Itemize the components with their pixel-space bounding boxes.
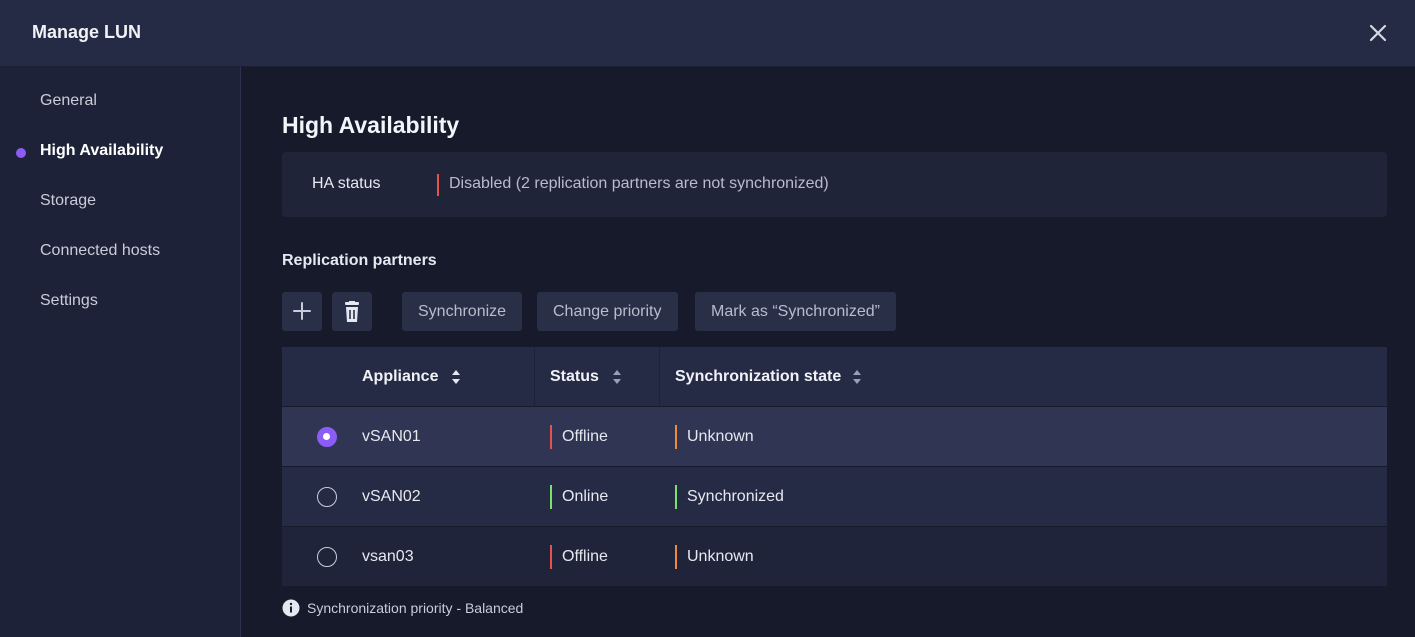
table-row[interactable]: vSAN01 Offline Unknown xyxy=(282,407,1387,467)
add-partner-button[interactable] xyxy=(282,292,322,331)
trash-icon xyxy=(345,301,359,322)
status-cell: Offline xyxy=(562,548,608,565)
close-icon[interactable] xyxy=(1366,21,1390,45)
ha-status-panel: HA status Disabled (2 replication partne… xyxy=(282,152,1387,217)
delete-partner-button[interactable] xyxy=(332,292,372,331)
table-header: Appliance Status Synchronization state xyxy=(282,347,1387,407)
column-header-label: Status xyxy=(550,368,599,385)
sidebar-item-high-availability[interactable]: High Availability xyxy=(40,142,163,160)
sort-icon[interactable] xyxy=(852,369,862,385)
synchronize-button[interactable]: Synchronize xyxy=(402,292,523,331)
page-title: High Availability xyxy=(282,112,460,138)
row-radio[interactable] xyxy=(317,487,337,507)
sort-icon[interactable] xyxy=(612,369,622,385)
replication-partners-title: Replication partners xyxy=(282,252,437,269)
column-header-status[interactable]: Status xyxy=(550,347,599,407)
sidebar-nav: General High Availability Storage Connec… xyxy=(0,67,241,637)
sync-indicator xyxy=(675,545,677,569)
info-icon xyxy=(282,599,300,617)
table-row[interactable]: vSAN02 Online Synchronized xyxy=(282,467,1387,527)
sidebar-item-storage[interactable]: Storage xyxy=(40,192,96,210)
column-header-label: Synchronization state xyxy=(675,368,842,385)
main-content: High Availability HA status Disabled (2 … xyxy=(242,67,1415,637)
sidebar-item-settings[interactable]: Settings xyxy=(40,292,98,310)
status-indicator xyxy=(550,425,552,449)
row-radio[interactable] xyxy=(317,427,337,447)
ha-status-label: HA status xyxy=(312,175,381,192)
appliance-cell: vsan03 xyxy=(362,548,414,565)
column-header-label: Appliance xyxy=(362,368,439,385)
column-divider xyxy=(659,347,660,407)
sync-state-cell: Synchronized xyxy=(687,488,784,505)
column-header-sync-state[interactable]: Synchronization state xyxy=(675,347,841,407)
column-divider xyxy=(534,347,535,407)
sidebar-item-connected-hosts[interactable]: Connected hosts xyxy=(40,242,160,260)
status-indicator xyxy=(550,545,552,569)
sort-icon[interactable] xyxy=(451,369,461,385)
status-cell: Offline xyxy=(562,428,608,445)
appliance-cell: vSAN02 xyxy=(362,488,421,505)
sync-state-cell: Unknown xyxy=(687,428,754,445)
sync-indicator xyxy=(675,425,677,449)
table-row[interactable]: vsan03 Offline Unknown xyxy=(282,527,1387,587)
title-bar: Manage LUN xyxy=(0,0,1415,67)
row-radio[interactable] xyxy=(317,547,337,567)
ha-status-indicator xyxy=(437,174,439,196)
appliance-cell: vSAN01 xyxy=(362,428,421,445)
plus-icon xyxy=(293,302,311,320)
column-header-appliance[interactable]: Appliance xyxy=(362,347,438,407)
sync-indicator xyxy=(675,485,677,509)
active-indicator-dot xyxy=(16,148,26,158)
dialog-title: Manage LUN xyxy=(32,22,142,42)
sync-priority-text: Synchronization priority - Balanced xyxy=(307,600,524,616)
status-cell: Online xyxy=(562,488,609,505)
sidebar-item-general[interactable]: General xyxy=(40,92,97,110)
sync-state-cell: Unknown xyxy=(687,548,754,565)
ha-status-value: Disabled (2 replication partners are not… xyxy=(449,175,829,192)
change-priority-button[interactable]: Change priority xyxy=(537,292,678,331)
status-indicator xyxy=(550,485,552,509)
mark-synchronized-button[interactable]: Mark as “Synchronized” xyxy=(695,292,896,331)
